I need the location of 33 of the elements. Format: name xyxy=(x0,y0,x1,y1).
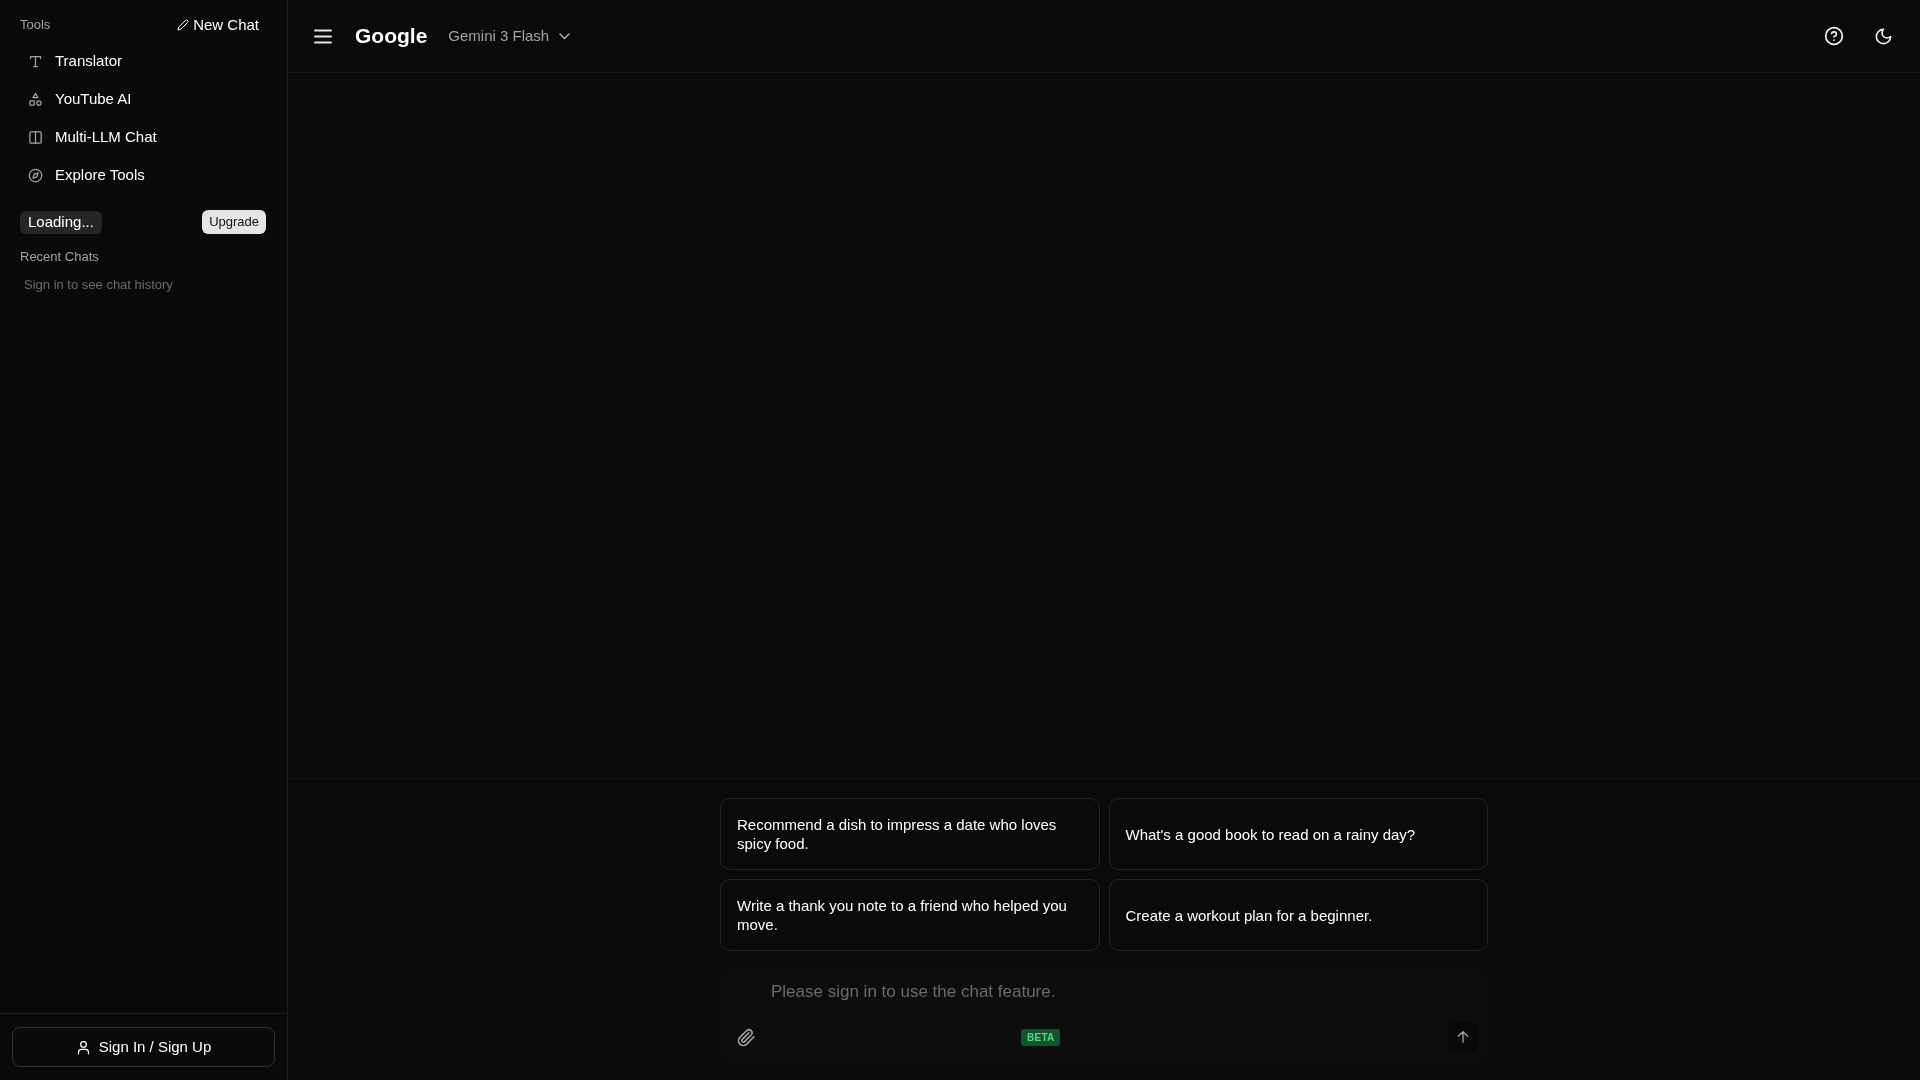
recent-chats-heading: Recent Chats xyxy=(20,249,100,265)
paperclip-icon xyxy=(736,1027,756,1047)
moon-icon xyxy=(1873,26,1893,46)
empty-history-message: Sign in to see chat history xyxy=(23,277,174,293)
new-chat-button[interactable]: New Chat xyxy=(169,14,267,36)
send-button[interactable] xyxy=(1448,1022,1478,1052)
beta-badge: BETA xyxy=(1021,1028,1061,1046)
upgrade-button[interactable]: Upgrade xyxy=(202,210,266,234)
suggestion-card[interactable]: Create a workout plan for a beginner. xyxy=(1108,879,1488,951)
menu-icon xyxy=(314,28,332,44)
attach-button[interactable] xyxy=(735,1026,757,1048)
model-selector[interactable]: Gemini 3 Flash xyxy=(448,24,571,48)
sidebar-tool-item[interactable]: Translator xyxy=(20,42,267,80)
help-icon xyxy=(1824,26,1844,46)
columns-icon xyxy=(28,129,43,145)
plan-badge: Loading... xyxy=(20,210,102,234)
brand-title: Google xyxy=(355,23,428,50)
chevron-down-icon xyxy=(559,32,571,40)
help-button[interactable] xyxy=(1823,25,1845,47)
sidebar-tool-item[interactable]: Explore Tools xyxy=(20,156,267,194)
text-icon xyxy=(28,53,43,69)
pencil-icon xyxy=(177,19,190,31)
compass-icon xyxy=(28,167,43,183)
suggestion-card[interactable]: Write a thank you note to a friend who helped you move. xyxy=(720,879,1100,951)
sidebar-tool-item[interactable]: Multi-LLM Chat xyxy=(20,118,267,156)
shapes-icon xyxy=(28,91,43,107)
sign-in-button[interactable]: Sign In / Sign Up xyxy=(12,1027,275,1067)
sidebar-tool-item[interactable]: YouTube AI xyxy=(20,80,267,118)
suggestion-card[interactable]: What's a good book to read on a rainy day? xyxy=(1108,798,1488,870)
user-icon xyxy=(75,1039,91,1055)
section-label: Tools xyxy=(20,16,51,35)
arrow-up-icon xyxy=(1455,1029,1471,1045)
suggestion-card[interactable]: Recommend a dish to impress a date who loves spicy food. xyxy=(720,798,1100,870)
